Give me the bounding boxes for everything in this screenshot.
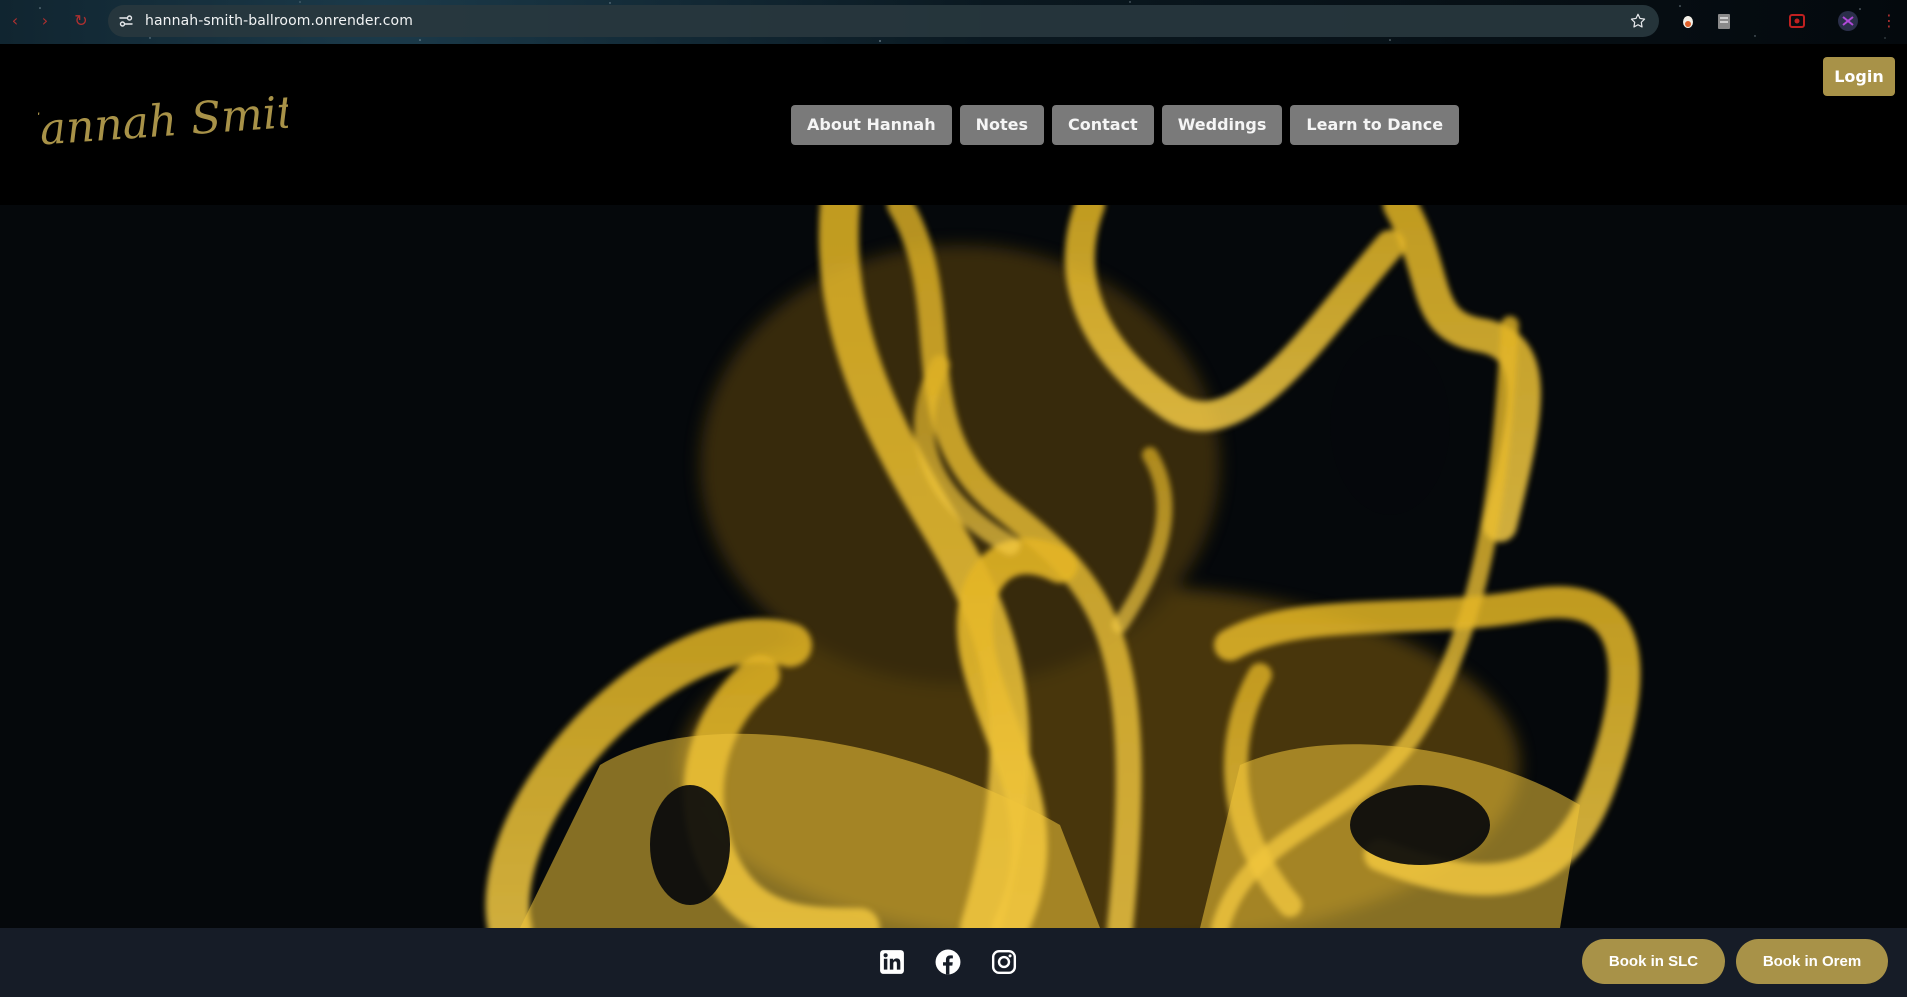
linkedin-icon[interactable]: [879, 949, 905, 975]
extension-icon[interactable]: [1714, 11, 1734, 31]
hero-image: [0, 205, 1907, 928]
site-header: ·Hannah Smith· About Hannah Notes Contac…: [0, 44, 1907, 205]
menu-icon[interactable]: ⋮: [1880, 12, 1898, 30]
nav-notes[interactable]: Notes: [959, 105, 1044, 145]
hannah-smith-logo[interactable]: ·Hannah Smith·: [38, 84, 288, 164]
forward-icon[interactable]: ›: [36, 12, 54, 30]
book-orem-button[interactable]: Book in Orem: [1736, 939, 1888, 984]
extension-icon[interactable]: [1678, 11, 1698, 31]
address-bar[interactable]: hannah-smith-ballroom.onrender.com: [108, 5, 1659, 37]
extension-icon[interactable]: [1787, 11, 1807, 31]
instagram-icon[interactable]: [991, 949, 1017, 975]
back-icon[interactable]: ‹: [6, 12, 24, 30]
gold-smoke-artwork: [0, 205, 1907, 928]
nav-weddings[interactable]: Weddings: [1161, 105, 1283, 145]
nav-learn-to-dance[interactable]: Learn to Dance: [1290, 105, 1460, 145]
svg-text:·Hannah Smith·: ·Hannah Smith·: [38, 84, 288, 159]
book-slc-button[interactable]: Book in SLC: [1582, 939, 1725, 984]
login-button[interactable]: Login: [1823, 57, 1895, 96]
profile-avatar-icon[interactable]: [1838, 11, 1858, 31]
nav-contact[interactable]: Contact: [1052, 105, 1154, 145]
main-navigation: About Hannah Notes Contact Weddings Lear…: [791, 105, 1460, 145]
site-footer: Book in SLC Book in Orem: [0, 928, 1907, 997]
url-text[interactable]: hannah-smith-ballroom.onrender.com: [145, 13, 413, 29]
reload-icon[interactable]: ↻: [72, 12, 90, 30]
browser-toolbar: ‹ › ↻ hannah-smith-ballroom.onrender.com…: [0, 0, 1907, 44]
site-settings-icon[interactable]: [118, 13, 134, 29]
nav-about-hannah[interactable]: About Hannah: [791, 105, 952, 145]
facebook-icon[interactable]: [935, 949, 961, 975]
bookmark-star-icon[interactable]: [1629, 12, 1647, 30]
